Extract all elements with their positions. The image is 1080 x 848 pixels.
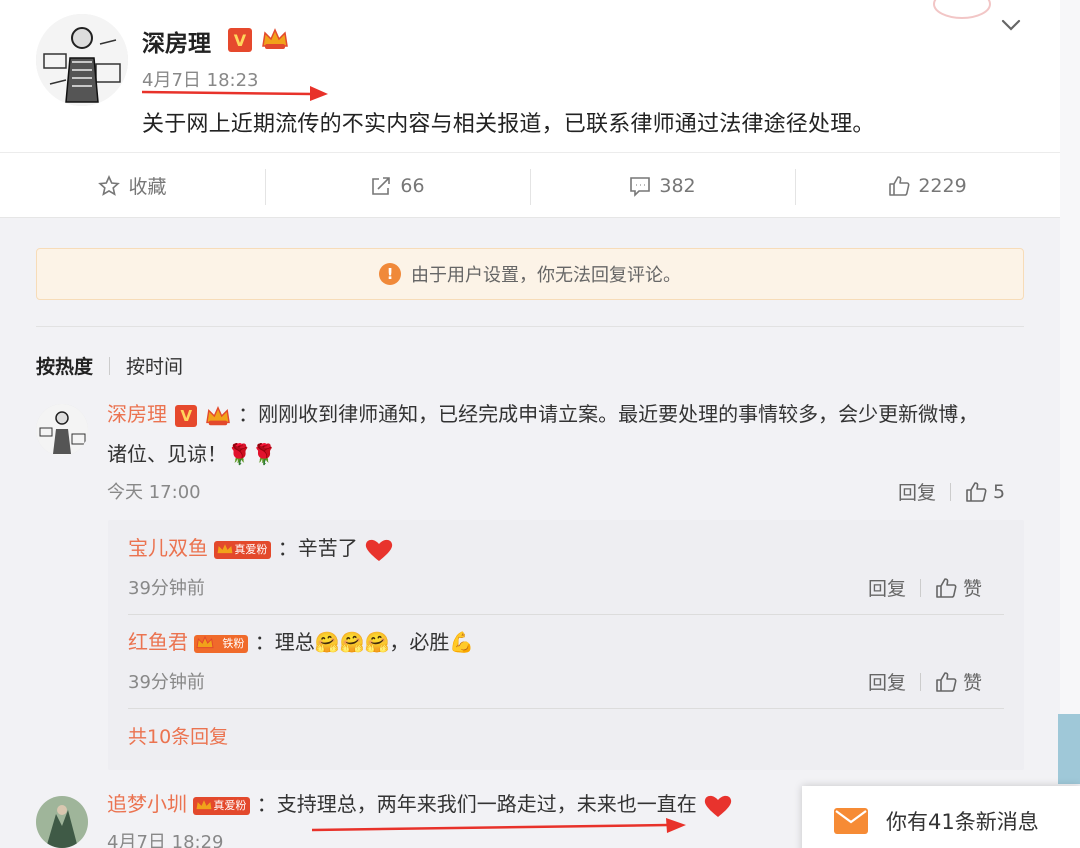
crown-icon [195,797,213,810]
comment-icon [630,176,651,197]
sub-reply-text: ：辛苦了 [277,536,358,560]
sub-reply-actions: 回复 赞 [868,668,982,695]
action-separator [920,672,922,691]
comment-avatar[interactable] [36,796,88,848]
side-float-tab[interactable] [1058,714,1080,784]
post-time[interactable]: 4月7日 18:23 [142,66,259,92]
repost-button[interactable]: 66 [265,153,530,218]
sub-reply-line: 宝儿双鱼 真爱粉 ：辛苦了 [128,528,394,568]
post-card: 深房理 V 4月7日 18:23 关于网上近期流传的不实内容与相关报道，已联系律… [0,0,1060,218]
action-separator [950,482,952,501]
sub-replies-box: 宝儿双鱼 真爱粉 ：辛苦了 39分钟前 回复 赞 红鱼君 铁粉 ：理总🤗🤗🤗，必… [108,520,1024,770]
fan-badge: 真爱粉 [193,796,251,815]
comment-username[interactable]: 深房理 [107,402,167,426]
thumbs-up-icon[interactable] [965,481,987,503]
reply-disabled-notice: ! 由于用户设置，你无法回复评论。 [36,248,1024,300]
divider [128,614,1004,615]
new-message-text: 你有41条新消息 [886,810,1039,834]
repost-count: 66 [400,174,425,197]
comment-button[interactable]: 382 [530,153,795,218]
comment-text-line-2: 诸位、见谅！🌹🌹 [107,442,277,466]
verified-badge-icon: V [228,28,252,52]
comment-like-count: 5 [993,480,1006,503]
crown-icon [196,635,214,648]
comment-actions: 回复 5 [898,478,1005,505]
tab-sort-hot[interactable]: 按热度 [36,352,93,379]
fan-badge: 铁粉 [194,634,249,653]
divider [36,326,1024,327]
like-button[interactable]: 2229 [795,153,1060,218]
sub-reply-actions: 回复 赞 [868,574,982,601]
heart-icon [365,539,393,561]
post-author-name[interactable]: 深房理 [142,24,211,58]
author-avatar[interactable] [36,14,128,106]
comment-sort-tabs: 按热度 按时间 [36,352,183,379]
warning-icon: ! [379,263,401,285]
sub-reply-time: 39分钟前 [128,672,205,693]
comment-avatar[interactable] [36,404,88,456]
action-separator [920,578,922,597]
post-action-bar: 收藏 66 382 2229 [0,152,1060,218]
comment-text: ：支持理总，两年来我们一路走过，未来也一直在 [256,792,697,816]
reply-button[interactable]: 回复 [868,668,906,695]
fan-crown-badge-icon [262,28,288,49]
fan-crown-badge-icon [205,405,230,425]
favorite-button[interactable]: 收藏 [0,153,265,218]
thumbs-up-icon[interactable] [935,671,957,693]
sub-reply-username[interactable]: 红鱼君 [128,630,188,654]
tab-separator [109,356,111,375]
divider [128,708,1004,709]
reply-button[interactable]: 回复 [898,478,936,505]
thumbs-up-icon [889,175,910,196]
like-label: 赞 [963,578,983,600]
right-scroll-gutter [1060,0,1080,714]
sub-reply-text: ：理总🤗🤗🤗，必胜💪 [254,630,475,654]
notice-text: 由于用户设置，你无法回复评论。 [411,265,681,286]
thumbs-up-icon[interactable] [935,577,957,599]
tab-sort-time[interactable]: 按时间 [126,352,183,379]
comment-line-1: 深房理 V ：刚刚收到律师通知，已经完成申请立案。最近要处理的事情较多，会少更新… [107,394,978,434]
like-label: 赞 [963,672,983,694]
mail-icon [834,808,868,834]
comment-username[interactable]: 追梦小圳 [107,792,187,816]
post-text: 关于网上近期流传的不实内容与相关报道，已联系律师通过法律途径处理。 [142,112,875,137]
repost-icon [372,176,391,195]
comment-line-1: 追梦小圳 真爱粉 ：支持理总，两年来我们一路走过，未来也一直在 [107,784,733,824]
more-replies-link[interactable]: 共10条回复 [128,722,228,749]
like-count: 2229 [918,174,967,197]
heart-icon [704,795,732,817]
fan-badge: 真爱粉 [214,540,272,559]
sub-reply-username[interactable]: 宝儿双鱼 [128,536,208,560]
chevron-down-icon[interactable] [998,12,1024,38]
stamp-watermark-icon [933,0,991,19]
comment-time: 4月7日 18:29 [107,832,224,848]
comment-count: 382 [659,174,696,197]
favorite-label: 收藏 [128,176,167,198]
new-message-popup[interactable]: 你有41条新消息 [802,786,1080,848]
comment-text: ：刚刚收到律师通知，已经完成申请立案。最近要处理的事情较多，会少更新微博， [238,402,979,426]
sub-reply-time: 39分钟前 [128,578,205,599]
crown-icon [216,541,234,554]
star-icon [98,174,121,196]
reply-button[interactable]: 回复 [868,574,906,601]
verified-badge-icon: V [175,404,198,427]
comment-time: 今天 17:00 [107,482,201,503]
sub-reply-line: 红鱼君 铁粉 ：理总🤗🤗🤗，必胜💪 [128,622,474,662]
